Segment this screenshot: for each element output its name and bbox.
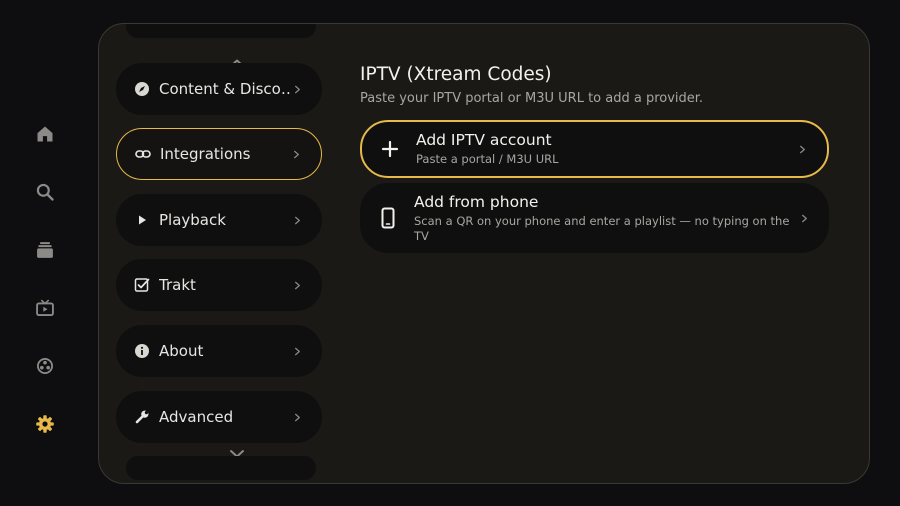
wrench-icon [134,409,150,425]
menu-item-label: Content & Disco… [159,80,292,98]
menu-item-peek-bottom [126,456,316,480]
scroll-down-icon[interactable] [229,444,245,458]
play-icon [134,212,150,228]
compass-icon [134,81,150,97]
settings-panel: Content & Disco… Integrations Playback T… [98,23,870,484]
menu-item-about[interactable]: About [116,325,322,377]
content-area: IPTV (Xtream Codes) Paste your IPTV port… [360,24,840,483]
card-title: Add from phone [414,192,539,211]
card-title: Add IPTV account [416,131,552,149]
chevron-right-icon [291,149,301,159]
card-subtitle: Paste a portal / M3U URL [416,152,559,166]
plus-icon [380,138,400,160]
chevron-right-icon [292,280,302,290]
chevron-right-icon [292,412,302,422]
link-icon [135,146,151,162]
chevron-right-icon [799,213,809,223]
menu-item-advanced[interactable]: Advanced [116,391,322,443]
chevron-right-icon [797,144,807,154]
phone-icon [378,207,398,229]
settings-menu: Content & Disco… Integrations Playback T… [116,24,324,483]
checkbox-icon [134,277,150,293]
search-icon[interactable] [35,182,55,202]
menu-item-label: Playback [159,211,226,229]
library-icon[interactable] [35,240,55,260]
page-title: IPTV (Xtream Codes) [360,64,552,85]
chevron-right-icon [292,346,302,356]
chevron-right-icon [292,215,302,225]
live-tv-icon[interactable] [35,298,55,318]
menu-item-label: Integrations [160,145,251,163]
addons-icon[interactable] [35,356,55,376]
menu-item-content-discovery[interactable]: Content & Disco… [116,63,322,115]
scroll-up-icon[interactable] [229,53,245,67]
chevron-right-icon [292,84,302,94]
menu-item-playback[interactable]: Playback [116,194,322,246]
menu-item-trakt[interactable]: Trakt [116,259,322,311]
info-icon [134,343,150,359]
home-icon[interactable] [35,124,55,144]
card-subtitle: Scan a QR on your phone and enter a play… [414,213,790,243]
add-from-phone-button[interactable]: Add from phone Scan a QR on your phone a… [360,183,829,253]
nav-rail [0,0,90,506]
menu-item-label: About [159,342,204,360]
gear-icon[interactable] [35,414,55,434]
menu-item-label: Trakt [159,276,196,294]
menu-item-peek-top [126,24,316,38]
menu-item-label: Advanced [159,408,234,426]
page-subtitle: Paste your IPTV portal or M3U URL to add… [360,91,704,106]
menu-item-integrations[interactable]: Integrations [116,128,322,180]
add-iptv-account-button[interactable]: Add IPTV account Paste a portal / M3U UR… [360,120,829,178]
